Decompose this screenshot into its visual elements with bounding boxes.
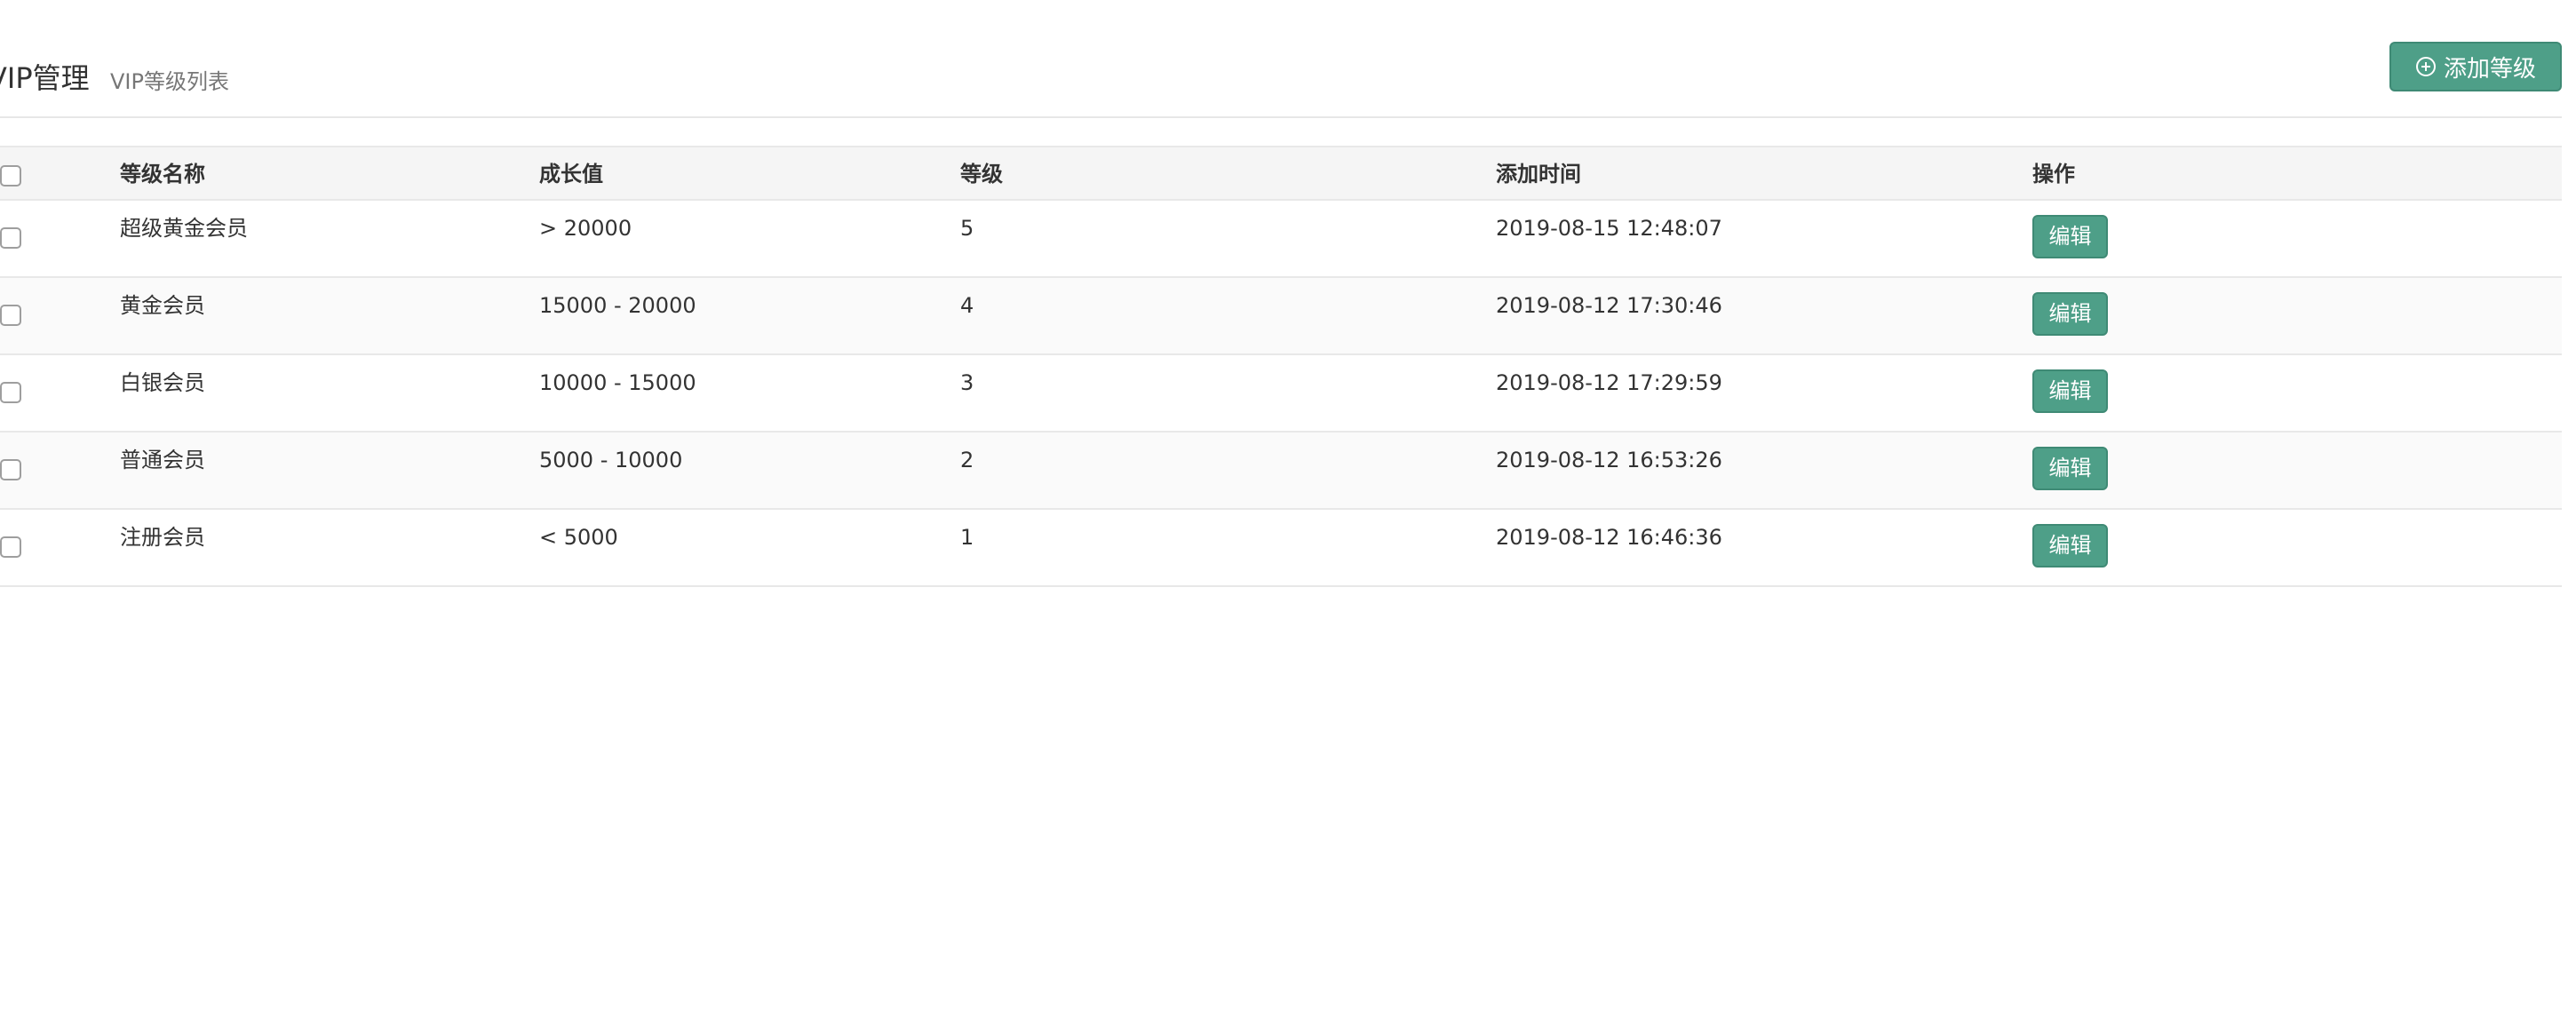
plus-circle-icon bbox=[2415, 56, 2437, 77]
table-row: 普通会员 5000 - 10000 2 2019-08-12 16:53:26 … bbox=[0, 433, 2562, 510]
column-header-added-time: 添加时间 bbox=[1496, 162, 1581, 187]
added-time-cell: 2019-08-12 17:30:46 bbox=[1496, 293, 1722, 318]
add-level-button[interactable]: 添加等级 bbox=[2389, 42, 2562, 91]
vip-level-table: 等级名称 成长值 等级 添加时间 操作 超级黄金会员 > 20000 5 201… bbox=[0, 146, 2562, 587]
edit-button[interactable]: 编辑 bbox=[2032, 369, 2108, 413]
column-header-actions: 操作 bbox=[2032, 162, 2075, 187]
level-name-cell: 白银会员 bbox=[120, 370, 205, 395]
level-cell: 1 bbox=[960, 525, 974, 550]
row-checkbox[interactable] bbox=[0, 459, 21, 480]
table-header-row: 等级名称 成长值 等级 添加时间 操作 bbox=[0, 146, 2562, 201]
column-header-level: 等级 bbox=[960, 162, 1003, 187]
column-header-name: 等级名称 bbox=[120, 162, 205, 187]
page-subtitle: VIP等级列表 bbox=[110, 69, 229, 94]
header-divider bbox=[0, 116, 2562, 118]
growth-value-cell: 10000 - 15000 bbox=[539, 370, 696, 395]
level-cell: 3 bbox=[960, 370, 974, 395]
level-cell: 4 bbox=[960, 293, 974, 318]
edit-button[interactable]: 编辑 bbox=[2032, 447, 2108, 490]
edit-button[interactable]: 编辑 bbox=[2032, 292, 2108, 336]
added-time-cell: 2019-08-15 12:48:07 bbox=[1496, 216, 1722, 241]
level-name-cell: 注册会员 bbox=[120, 525, 205, 550]
table-row: 白银会员 10000 - 15000 3 2019-08-12 17:29:59… bbox=[0, 355, 2562, 433]
growth-value-cell: 5000 - 10000 bbox=[539, 448, 683, 472]
level-name-cell: 普通会员 bbox=[120, 448, 205, 472]
add-level-button-label: 添加等级 bbox=[2443, 55, 2536, 83]
added-time-cell: 2019-08-12 16:46:36 bbox=[1496, 525, 1722, 550]
table-row: 注册会员 < 5000 1 2019-08-12 16:46:36 编辑 bbox=[0, 510, 2562, 587]
row-checkbox[interactable] bbox=[0, 536, 21, 558]
level-name-cell: 黄金会员 bbox=[120, 293, 205, 318]
row-checkbox[interactable] bbox=[0, 227, 21, 249]
row-checkbox[interactable] bbox=[0, 382, 21, 403]
growth-value-cell: 15000 - 20000 bbox=[539, 293, 696, 318]
level-cell: 2 bbox=[960, 448, 974, 472]
growth-value-cell: > 20000 bbox=[539, 216, 632, 241]
table-row: 黄金会员 15000 - 20000 4 2019-08-12 17:30:46… bbox=[0, 278, 2562, 355]
added-time-cell: 2019-08-12 17:29:59 bbox=[1496, 370, 1722, 395]
edit-button[interactable]: 编辑 bbox=[2032, 524, 2108, 568]
column-header-growth: 成长值 bbox=[539, 162, 603, 187]
level-name-cell: 超级黄金会员 bbox=[120, 216, 248, 241]
page-title: VIP管理 bbox=[0, 61, 90, 95]
edit-button[interactable]: 编辑 bbox=[2032, 215, 2108, 258]
level-cell: 5 bbox=[960, 216, 974, 241]
page-header: VIP管理 VIP等级列表 bbox=[0, 53, 2562, 115]
added-time-cell: 2019-08-12 16:53:26 bbox=[1496, 448, 1722, 472]
select-all-checkbox[interactable] bbox=[0, 165, 21, 187]
row-checkbox[interactable] bbox=[0, 305, 21, 326]
vip-level-page: VIP管理 VIP等级列表 添加等级 等级名称 成长值 等级 添加时间 操作 超… bbox=[0, 0, 2562, 1016]
growth-value-cell: < 5000 bbox=[539, 525, 618, 550]
table-row: 超级黄金会员 > 20000 5 2019-08-15 12:48:07 编辑 bbox=[0, 201, 2562, 278]
